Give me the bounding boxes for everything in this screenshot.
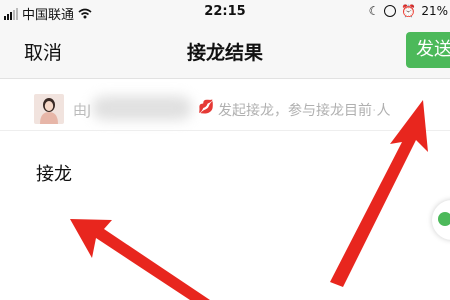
initiator-prefix: 由J	[73, 103, 92, 119]
moon-icon: ☾	[368, 4, 380, 18]
floating-button[interactable]	[432, 200, 450, 240]
initiator-message: 发起接龙，参与接龙目前·人	[218, 103, 391, 119]
page-title: 接龙结果	[186, 42, 263, 64]
cancel-button[interactable]: 取消	[24, 38, 62, 65]
initiator-info: 由J 💋 发起接龙，参与接龙目前·人	[0, 90, 450, 130]
status-right: ☾ ⏰ 21%	[369, 4, 448, 18]
blurred-name	[92, 96, 192, 120]
send-button[interactable]: 发送	[406, 32, 450, 68]
topic-text[interactable]: 接龙	[36, 160, 72, 186]
nav-divider	[0, 78, 450, 79]
lips-icon: 💋	[198, 100, 215, 115]
alarm-icon: ⏰	[401, 4, 417, 18]
message-suffix: 人	[376, 103, 391, 119]
arrow-to-topic	[70, 219, 210, 300]
message-text: 发起接龙，参与接龙目前	[218, 103, 372, 119]
nav-bar: 取消 接龙结果 发送	[0, 24, 450, 78]
lock-rotation-icon	[384, 5, 397, 17]
status-bar: 中国联通 22:15 ☾ ⏰ 21%	[0, 0, 450, 24]
avatar	[34, 94, 64, 124]
info-divider	[0, 130, 450, 131]
avatar-figure	[40, 98, 58, 124]
battery-level: 21%	[421, 4, 448, 18]
